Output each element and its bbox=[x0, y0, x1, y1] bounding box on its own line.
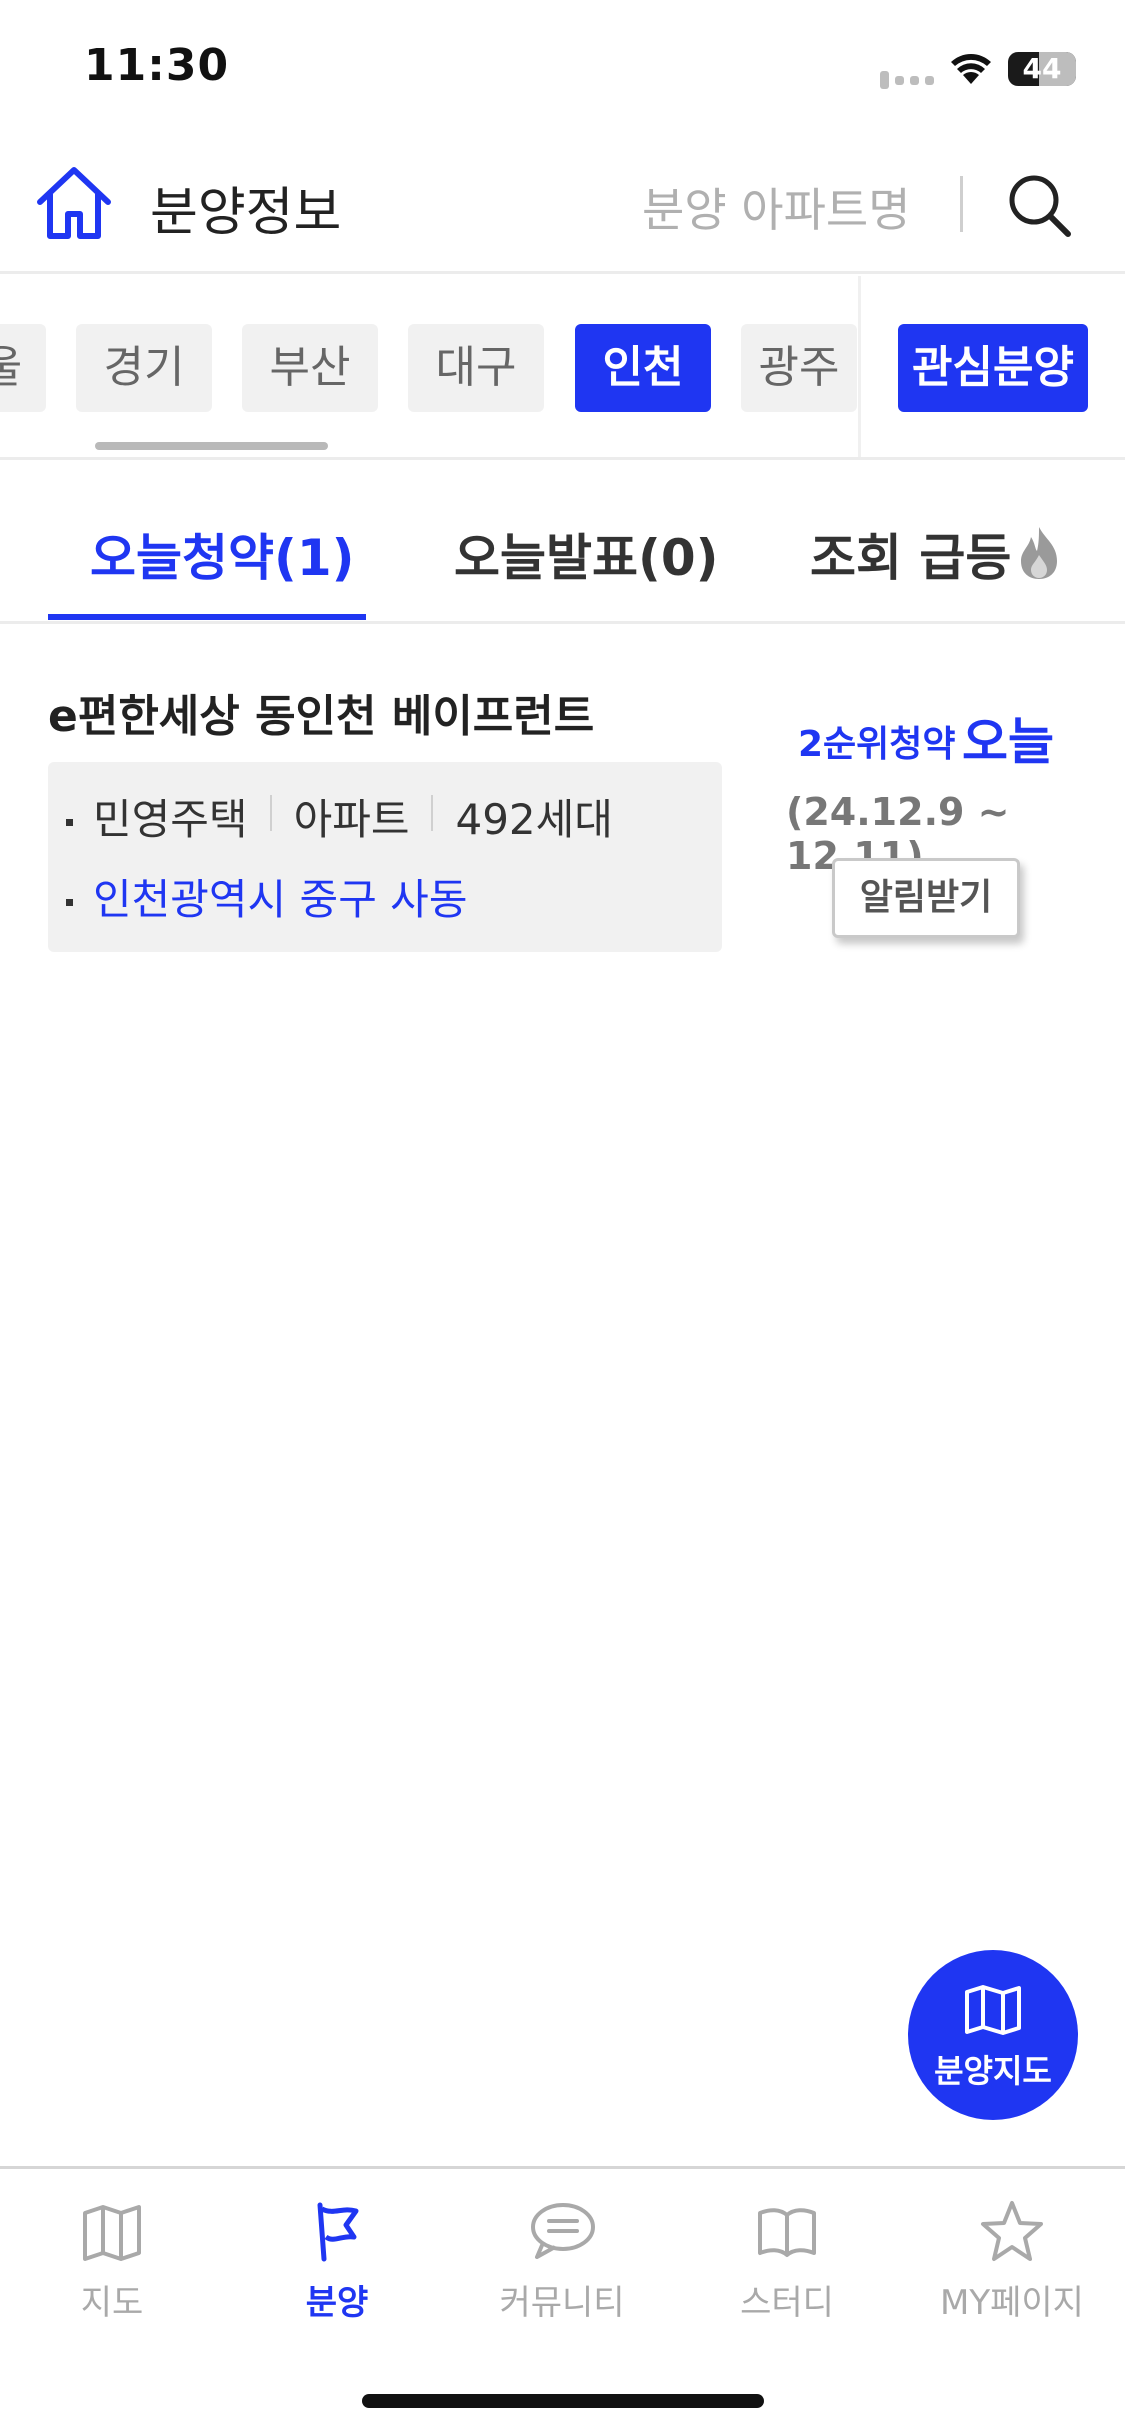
tab-label: 오늘발표(0) bbox=[454, 529, 719, 587]
map-icon bbox=[965, 1985, 1021, 2035]
listing-title[interactable]: e편한세상 동인천 베이프런트 bbox=[48, 680, 594, 744]
nav-item-study[interactable]: 스터디 bbox=[687, 2197, 887, 2324]
chat-icon bbox=[531, 2203, 595, 2259]
nav-item-my-page[interactable]: MY페이지 bbox=[912, 2197, 1112, 2324]
listing-map-button[interactable]: 분양지도 bbox=[908, 1950, 1078, 2120]
tab-label: 오늘청약(1) bbox=[90, 529, 355, 587]
subscription-day: 오늘 bbox=[962, 713, 1054, 771]
region-chip[interactable]: 울 bbox=[0, 324, 46, 412]
fire-icon bbox=[1021, 527, 1058, 579]
nav-label: 커뮤니티 bbox=[499, 2283, 625, 2323]
battery-icon: 44 bbox=[1008, 52, 1076, 86]
home-indicator[interactable] bbox=[362, 2394, 764, 2408]
tab-trending[interactable]: 조회 급등 bbox=[810, 518, 1063, 590]
star-icon bbox=[981, 2201, 1043, 2261]
page-title: 분양정보 bbox=[150, 183, 342, 243]
region-chip[interactable]: 부산 bbox=[242, 324, 378, 412]
listing-address[interactable]: 인천광역시 중구 사동 bbox=[93, 875, 467, 924]
nav-item-community[interactable]: 커뮤니티 bbox=[462, 2197, 662, 2324]
divider bbox=[858, 276, 861, 457]
fab-label: 분양지도 bbox=[934, 2052, 1052, 2090]
map-icon bbox=[83, 2205, 141, 2261]
horizontal-scrollbar[interactable] bbox=[95, 442, 328, 450]
listing-tabs: 오늘청약(1) 오늘발표(0) 조회 급등 bbox=[0, 462, 1125, 624]
status-bar: 11:30 44 bbox=[0, 0, 1125, 140]
home-icon[interactable] bbox=[34, 162, 114, 242]
listing-info-box: 민영주택 아파트 492세대 인천광역시 중구 사동 bbox=[48, 762, 722, 952]
search-icon[interactable] bbox=[1006, 172, 1072, 238]
notify-button[interactable]: 알림받기 bbox=[832, 858, 1020, 938]
region-chip[interactable]: 경기 bbox=[76, 324, 212, 412]
active-tab-indicator bbox=[48, 614, 366, 620]
tab-label: 조회 급등 bbox=[810, 529, 1012, 587]
nav-label: MY페이지 bbox=[940, 2283, 1084, 2323]
subscription-type: 2순위청약 bbox=[798, 724, 956, 765]
nav-label: 지도 bbox=[80, 2283, 144, 2323]
favorite-listings-button[interactable]: 관심분양 bbox=[898, 324, 1088, 412]
app-header: 분양정보 분양 아파트명 bbox=[0, 140, 1125, 274]
status-time: 11:30 bbox=[84, 40, 230, 91]
region-chip[interactable]: 광주 bbox=[741, 324, 857, 412]
nav-item-map[interactable]: 지도 bbox=[12, 2197, 212, 2324]
nav-label: 분양 bbox=[305, 2283, 369, 2323]
building-type: 아파트 bbox=[293, 795, 410, 844]
region-chip-selected[interactable]: 인천 bbox=[575, 324, 711, 412]
nav-label: 스터디 bbox=[740, 2283, 834, 2323]
region-filter-bar: 울 경기 부산 대구 인천 광주 관심분양 bbox=[0, 276, 1125, 460]
housing-type: 민영주택 bbox=[93, 795, 248, 844]
header-divider bbox=[960, 176, 963, 232]
battery-level: 44 bbox=[1022, 52, 1062, 85]
listing-address-row: 인천광역시 중구 사동 bbox=[66, 866, 467, 927]
region-chip[interactable]: 대구 bbox=[408, 324, 544, 412]
tab-today-subscription[interactable]: 오늘청약(1) bbox=[90, 518, 355, 590]
listing-details: 민영주택 아파트 492세대 bbox=[66, 786, 613, 847]
flag-icon bbox=[317, 2202, 359, 2262]
listing-card[interactable]: e편한세상 동인천 베이프런트 민영주택 아파트 492세대 인천광역시 중구 사동… bbox=[0, 670, 1125, 970]
unit-count: 492세대 bbox=[455, 795, 613, 844]
cellular-signal-icon bbox=[880, 70, 940, 89]
nav-item-listings[interactable]: 분양 bbox=[237, 2197, 437, 2324]
tab-today-announcement[interactable]: 오늘발표(0) bbox=[454, 518, 719, 590]
wifi-icon bbox=[951, 54, 991, 84]
search-input[interactable]: 분양 아파트명 bbox=[642, 174, 911, 240]
book-icon bbox=[758, 2208, 816, 2257]
